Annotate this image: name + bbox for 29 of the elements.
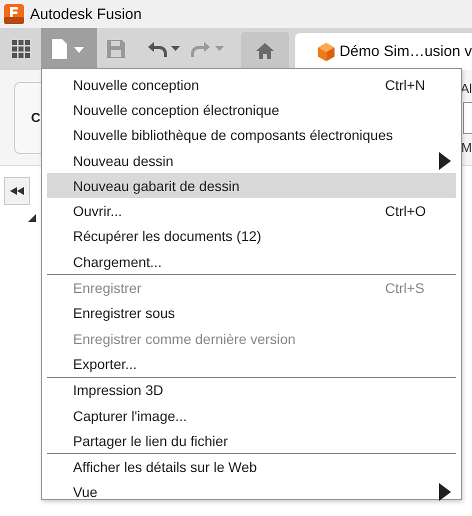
expand-triangle-icon[interactable]: [28, 214, 36, 222]
grid-icon: [12, 40, 30, 58]
ribbon-label: M: [461, 140, 472, 154]
document-tab[interactable]: Démo Sim…usion v: [295, 33, 472, 70]
file-menu-button[interactable]: [41, 28, 97, 70]
menu-item[interactable]: Capturer l'image...: [47, 402, 456, 428]
menu-item[interactable]: Impression 3D: [47, 378, 456, 403]
menu-item[interactable]: Chargement...: [47, 249, 456, 274]
menu-item[interactable]: Récupérer les documents (12): [47, 224, 456, 250]
window-title: Autodesk Fusion: [30, 6, 142, 22]
document-icon: [52, 39, 86, 59]
home-icon: [256, 43, 274, 59]
menu-item[interactable]: Ouvrir... Ctrl+O: [47, 198, 456, 224]
collapse-button[interactable]: [4, 177, 30, 205]
menu-item[interactable]: Partager le lien du fichier: [47, 428, 456, 454]
ribbon-field[interactable]: [463, 102, 472, 134]
menu-item[interactable]: Exporter...: [47, 351, 456, 377]
app-logo-icon: [4, 4, 24, 24]
menu-item[interactable]: Nouveau gabarit de dessin: [47, 173, 456, 198]
shortcut-label: Ctrl+O: [385, 203, 426, 220]
cube-icon: [317, 42, 336, 62]
menu-item[interactable]: Vue: [47, 480, 456, 506]
menu-item[interactable]: Afficher les détails sur le Web: [47, 454, 456, 480]
home-button[interactable]: [241, 32, 289, 70]
menu-item[interactable]: Enregistrer sous: [47, 300, 456, 326]
undo-icon[interactable]: [147, 40, 181, 58]
shortcut-label: Ctrl+S: [385, 280, 424, 296]
double-arrow-icon: [10, 187, 24, 195]
shortcut-label: Ctrl+N: [385, 76, 426, 93]
